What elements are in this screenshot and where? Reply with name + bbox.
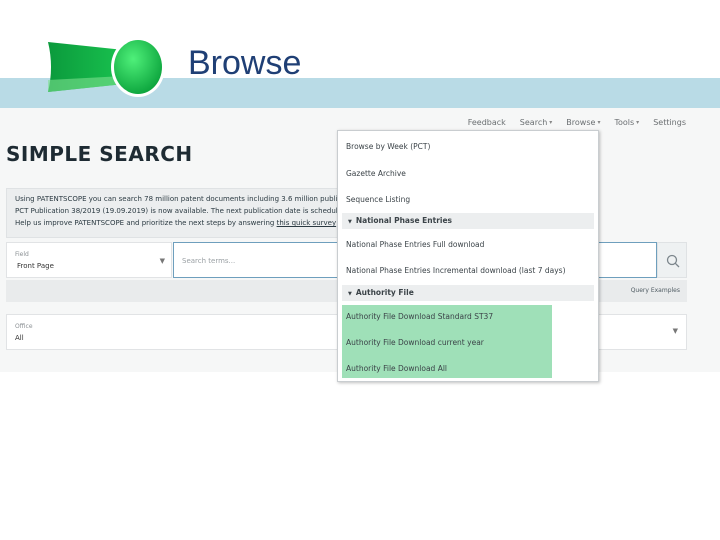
menu-item-authority-file-current-year[interactable]: Authority File Download current year bbox=[346, 338, 484, 347]
info-notice: Using PATENTSCOPE you can search 78 mill… bbox=[6, 188, 346, 238]
chevron-down-icon: ▾ bbox=[597, 119, 601, 126]
browse-dropdown-menu: Browse by Week (PCT) Gazette Archive Seq… bbox=[337, 130, 599, 382]
chevron-down-icon: ▾ bbox=[636, 119, 640, 126]
notice-line-3: Help us improve PATENTSCOPE and prioriti… bbox=[15, 217, 337, 229]
survey-link[interactable]: this quick survey bbox=[277, 219, 337, 227]
nav-feedback[interactable]: Feedback bbox=[468, 118, 506, 127]
menu-item-sequence-listing[interactable]: Sequence Listing bbox=[346, 195, 410, 204]
nav-settings-label: Settings bbox=[653, 118, 686, 127]
triangle-down-icon: ▼ bbox=[348, 291, 352, 297]
field-select[interactable]: Field Front Page ▼ bbox=[6, 242, 172, 278]
menu-item-gazette-archive[interactable]: Gazette Archive bbox=[346, 169, 406, 178]
nav-tools-label: Tools bbox=[614, 118, 635, 127]
menu-section-authority-file-label: Authority File bbox=[355, 288, 414, 297]
slide-title: Browse bbox=[188, 44, 302, 82]
search-button[interactable] bbox=[657, 242, 687, 278]
triangle-down-icon: ▼ bbox=[348, 219, 352, 225]
nav-settings[interactable]: Settings bbox=[653, 118, 686, 127]
notice-line-2: PCT Publication 38/2019 (19.09.2019) is … bbox=[15, 207, 346, 215]
nav-search-label: Search bbox=[519, 118, 548, 127]
menu-section-national-phase[interactable]: ▼ National Phase Entries bbox=[342, 213, 594, 229]
top-navigation: Feedback Search ▾ Browse ▾ Tools ▾ Setti… bbox=[468, 118, 686, 127]
search-icon bbox=[666, 254, 680, 268]
office-value: All bbox=[15, 334, 24, 342]
caret-down-icon: ▼ bbox=[672, 327, 678, 335]
menu-item-npe-full-download[interactable]: National Phase Entries Full download bbox=[346, 240, 484, 249]
office-label: Office bbox=[15, 323, 33, 330]
field-value: Front Page bbox=[17, 262, 54, 270]
menu-section-national-phase-label: National Phase Entries bbox=[355, 216, 453, 225]
query-examples-link[interactable]: Query Examples bbox=[631, 287, 680, 294]
nav-browse-label: Browse bbox=[566, 118, 596, 127]
field-label: Field bbox=[15, 251, 29, 258]
menu-item-npe-incremental-download[interactable]: National Phase Entries Incremental downl… bbox=[346, 266, 566, 275]
menu-item-authority-file-all[interactable]: Authority File Download All bbox=[346, 364, 447, 373]
page-title: SIMPLE SEARCH bbox=[6, 142, 193, 166]
search-placeholder: Search terms... bbox=[182, 257, 236, 265]
nav-search[interactable]: Search ▾ bbox=[520, 118, 553, 127]
nav-feedback-label: Feedback bbox=[467, 118, 506, 127]
green-megaphone-logo-icon bbox=[48, 37, 165, 97]
notice-line-3-text: Help us improve PATENTSCOPE and prioriti… bbox=[15, 219, 277, 227]
notice-line-1: Using PATENTSCOPE you can search 78 mill… bbox=[15, 195, 346, 203]
menu-item-browse-by-week[interactable]: Browse by Week (PCT) bbox=[346, 142, 430, 151]
menu-section-authority-file[interactable]: ▼ Authority File bbox=[342, 285, 594, 301]
nav-tools[interactable]: Tools ▾ bbox=[614, 118, 639, 127]
caret-down-icon: ▼ bbox=[159, 257, 165, 265]
nav-browse[interactable]: Browse ▾ bbox=[566, 118, 600, 127]
menu-item-authority-file-st37[interactable]: Authority File Download Standard ST37 bbox=[346, 312, 493, 321]
chevron-down-icon: ▾ bbox=[549, 119, 553, 126]
